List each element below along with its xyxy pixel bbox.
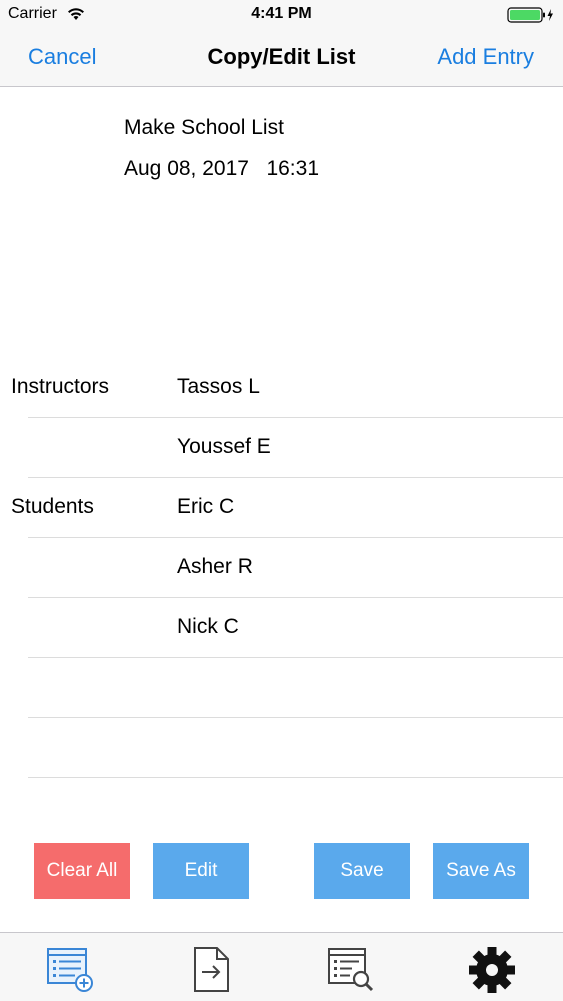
entry-name: Asher R [177, 555, 253, 578]
tab-new-list[interactable] [45, 945, 95, 995]
table-row-empty[interactable] [28, 718, 563, 778]
list-datetime: Aug 08, 2017 16:31 [124, 157, 319, 180]
navigation-bar: Cancel Copy/Edit List Add Entry [0, 30, 563, 87]
entry-name: Eric C [177, 495, 235, 518]
group-label: Instructors [11, 375, 110, 398]
table-row[interactable]: Students Eric C [11, 478, 563, 538]
table-row[interactable]: Nick C [28, 598, 563, 658]
table-row[interactable]: Youssef E [28, 418, 563, 478]
status-time: 4:41 PM [251, 5, 312, 22]
entry-name: Tassos L [177, 375, 260, 398]
export-document-icon [188, 947, 238, 999]
battery-icon [507, 7, 555, 28]
new-list-icon [45, 948, 95, 999]
clear-all-button[interactable]: Clear All [34, 843, 130, 899]
tab-settings[interactable] [467, 945, 517, 995]
edit-button[interactable]: Edit [153, 843, 249, 899]
entry-name: Nick C [177, 615, 239, 638]
save-as-button[interactable]: Save As [433, 843, 529, 899]
add-entry-button[interactable]: Add Entry [437, 44, 534, 70]
list-title[interactable]: Make School List [124, 116, 284, 140]
status-bar: Carrier 4:41 PM [0, 0, 563, 30]
search-list-icon [326, 948, 376, 999]
tab-export[interactable] [188, 945, 238, 995]
table-row[interactable]: Asher R [28, 538, 563, 598]
tab-bar [0, 932, 563, 1001]
entries-table: Instructors Tassos L Youssef E Students … [0, 358, 563, 778]
save-button[interactable]: Save [314, 843, 410, 899]
entry-name: Youssef E [177, 435, 271, 458]
tab-search-lists[interactable] [326, 945, 376, 995]
table-row[interactable]: Instructors Tassos L [11, 358, 563, 418]
table-row-empty[interactable] [28, 658, 563, 718]
group-label: Students [11, 495, 94, 518]
gear-icon [467, 947, 517, 999]
